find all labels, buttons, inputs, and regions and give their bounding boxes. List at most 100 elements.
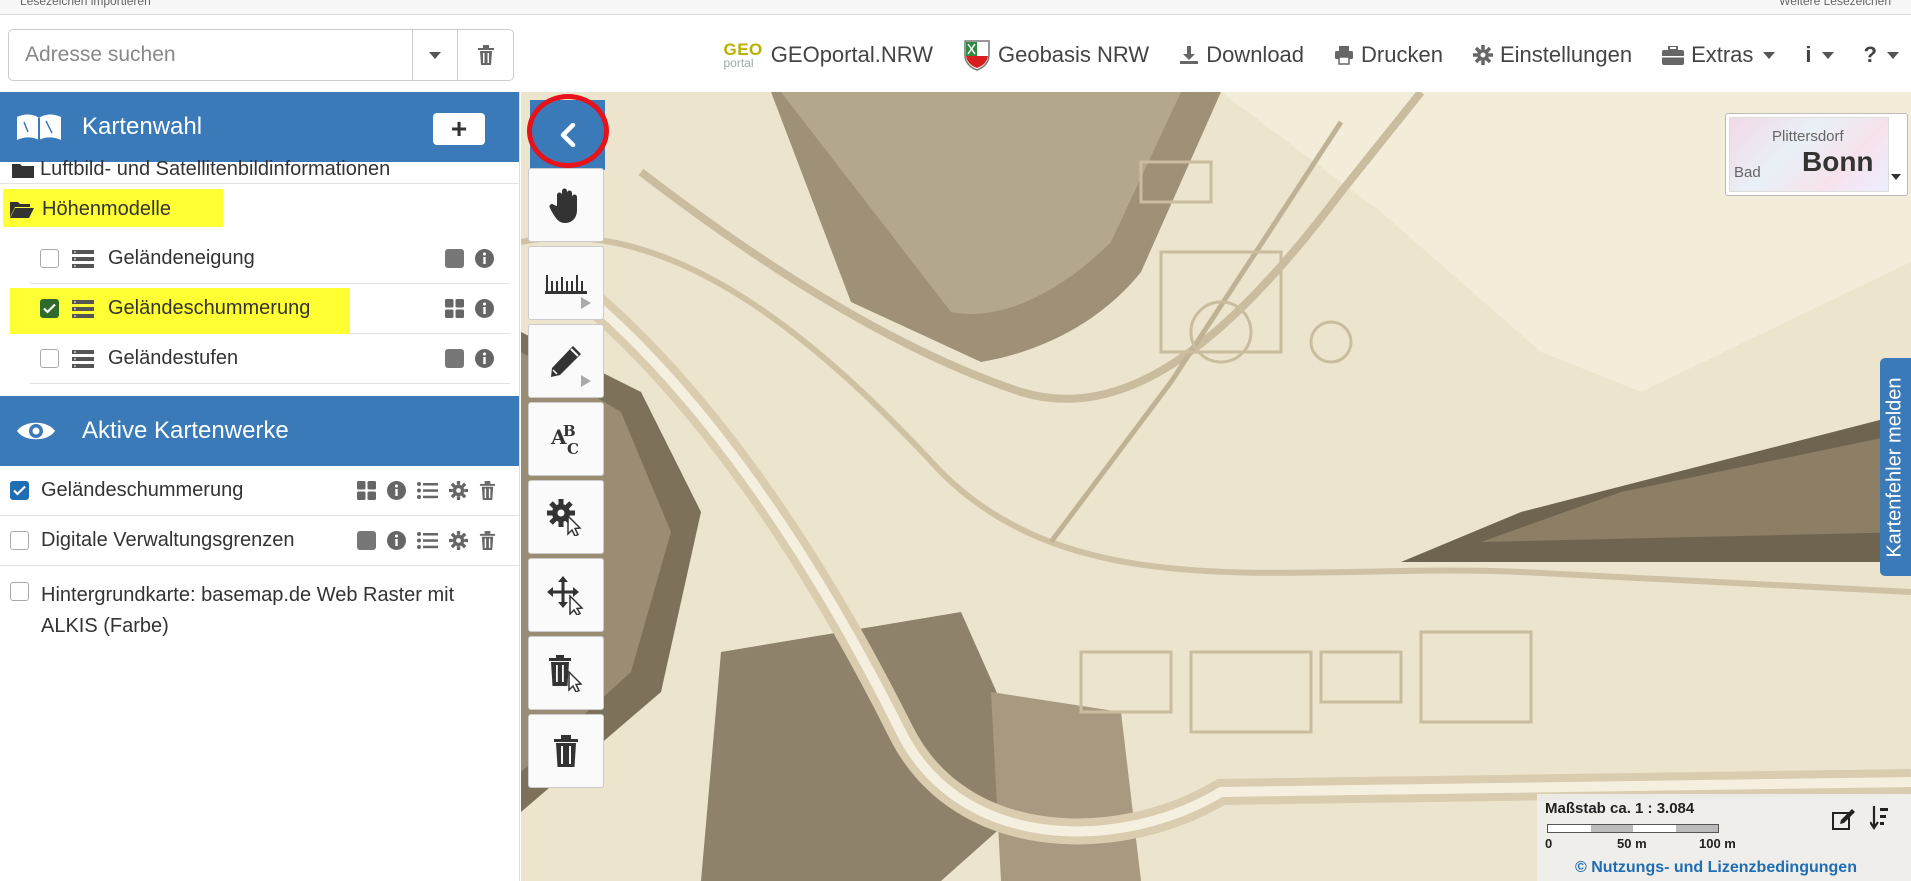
draw-tool-button[interactable] (528, 324, 604, 398)
legend-list-icon[interactable] (417, 482, 438, 499)
active-layer-item[interactable]: Digitale Verwaltungsgrenzen (0, 516, 519, 566)
download-link[interactable]: Download (1179, 42, 1304, 68)
eye-icon (17, 422, 55, 440)
trash-icon (477, 45, 494, 65)
layer-preview-icon[interactable] (445, 349, 464, 368)
active-layer-checkbox[interactable] (10, 481, 29, 500)
layer-preview-icon[interactable] (445, 249, 464, 268)
active-layer-label: Hintergrundkarte: basemap.de Web Raster … (41, 584, 455, 637)
active-layer-item[interactable]: Hintergrundkarte: basemap.de Web Raster … (0, 566, 519, 646)
info-circle-icon[interactable] (387, 531, 406, 550)
info-circle-icon[interactable] (387, 481, 406, 500)
move-tool-button[interactable] (528, 558, 604, 632)
gear-icon[interactable] (449, 531, 468, 550)
scale-tick: 100 m (1699, 836, 1736, 851)
grid-preview-icon[interactable] (445, 299, 464, 318)
layer-label: Geländestufen (108, 347, 239, 369)
layer-checkbox[interactable] (40, 349, 59, 368)
bookmark-import[interactable]: Lesezeichen importieren (20, 0, 151, 8)
print-icon (1335, 46, 1354, 65)
print-link[interactable]: Drucken (1334, 42, 1443, 68)
book-open-icon (17, 114, 61, 140)
map-toolbar: A B C (528, 168, 604, 792)
geoportal-link[interactable]: GEO portal GEOportal.NRW (724, 41, 933, 69)
add-map-button[interactable]: + (433, 113, 485, 145)
bookmark-more[interactable]: Weitere Lesezeichen (1779, 0, 1891, 8)
trash-icon[interactable] (479, 531, 496, 550)
layer-stack-icon (72, 349, 94, 368)
geobasis-link[interactable]: Geobasis NRW (963, 39, 1149, 71)
layer-item[interactable]: Geländestufen (30, 334, 510, 384)
gear-icon (1472, 45, 1493, 65)
extras-menu[interactable]: Extras (1662, 42, 1776, 68)
info-menu[interactable]: i (1805, 42, 1834, 68)
trash-cursor-icon (549, 655, 583, 692)
active-layer-label: Digitale Verwaltungsgrenzen (41, 529, 295, 551)
hand-icon (549, 188, 577, 223)
layer-stack-icon (72, 249, 94, 268)
caret-down-icon (1763, 51, 1776, 59)
delete-feature-tool-button[interactable] (528, 636, 604, 710)
caret-down-icon (429, 51, 441, 59)
layer-checkbox[interactable] (40, 249, 59, 268)
search-input[interactable] (9, 30, 412, 80)
sort-order-icon[interactable] (1870, 806, 1890, 830)
scale-tick: 50 m (1617, 836, 1647, 851)
active-maps-title: Aktive Kartenwerke (82, 417, 289, 444)
folder-luftbild[interactable]: Luftbild- und Satellitenbildinformatione… (0, 156, 519, 184)
search-dropdown-button[interactable] (412, 30, 457, 80)
info-circle-icon[interactable] (475, 249, 494, 268)
geoportal-label: GEOportal.NRW (770, 42, 933, 67)
license-link[interactable]: © Nutzungs- und Lizenzbedingungen (1575, 859, 1857, 877)
active-layer-checkbox[interactable] (10, 582, 29, 601)
submenu-arrow-icon (581, 375, 591, 387)
folder-icon (12, 163, 34, 178)
download-label: Download (1206, 42, 1305, 67)
edit-scale-icon[interactable] (1832, 808, 1856, 830)
map-canvas[interactable] (521, 92, 1911, 881)
checkmark-icon (43, 303, 56, 314)
info-circle-icon[interactable] (475, 349, 494, 368)
active-layer-checkbox[interactable] (10, 531, 29, 550)
measure-tool-button[interactable] (528, 246, 604, 320)
svg-text:B: B (563, 422, 576, 440)
browser-bookmark-strip: Lesezeichen importieren Weitere Lesezeic… (0, 0, 1911, 15)
layer-checkbox[interactable] (40, 299, 59, 318)
search-clear-button[interactable] (457, 30, 513, 80)
scale-bar (1547, 824, 1719, 833)
legend-list-icon[interactable] (417, 532, 438, 549)
layer-preview-icon[interactable] (357, 531, 376, 550)
kartenwahl-title: Kartenwahl (82, 113, 203, 140)
delete-all-button[interactable] (528, 714, 604, 788)
label-tool-button[interactable]: A B C (528, 402, 604, 476)
active-maps-header: Aktive Kartenwerke (0, 396, 519, 466)
gear-icon[interactable] (449, 481, 468, 500)
app-header: GEO portal GEOportal.NRW Geobasis NRW Do… (0, 15, 1911, 92)
basemap-switcher[interactable]: Plittersdorf Bonn Bad (1725, 113, 1908, 196)
basemap-preview: Plittersdorf Bonn Bad (1729, 117, 1889, 192)
text-abc-icon: A B C (550, 422, 579, 456)
info-circle-icon[interactable] (475, 299, 494, 318)
active-layer-item[interactable]: Geländeschummerung (0, 466, 519, 516)
feature-settings-tool-button[interactable] (528, 480, 604, 554)
scale-title: Maßstab ca. 1 : 3.084 (1545, 800, 1695, 817)
grid-preview-icon[interactable] (357, 481, 376, 500)
nrw-crest-icon (964, 40, 990, 71)
caret-down-icon (1887, 51, 1899, 59)
layer-label: Geländeschummerung (108, 297, 311, 319)
info-label: i (1805, 42, 1812, 67)
settings-link[interactable]: Einstellungen (1472, 42, 1633, 68)
svg-text:C: C (567, 440, 579, 456)
layer-stack-icon (72, 299, 94, 318)
layer-item[interactable]: Geländeschummerung (10, 284, 510, 334)
layer-item[interactable]: Geländeneigung (30, 234, 510, 284)
extras-label: Extras (1691, 42, 1754, 67)
trash-icon (554, 735, 578, 767)
report-map-error-tab[interactable]: Kartenfehler melden (1880, 358, 1911, 576)
folder-hoehenmodelle[interactable]: Höhenmodelle (0, 184, 519, 234)
trash-icon[interactable] (479, 481, 496, 500)
pan-tool-button[interactable] (528, 168, 604, 242)
caret-down-icon (1821, 51, 1834, 59)
settings-label: Einstellungen (1499, 42, 1633, 67)
help-menu[interactable]: ? (1864, 42, 1899, 68)
